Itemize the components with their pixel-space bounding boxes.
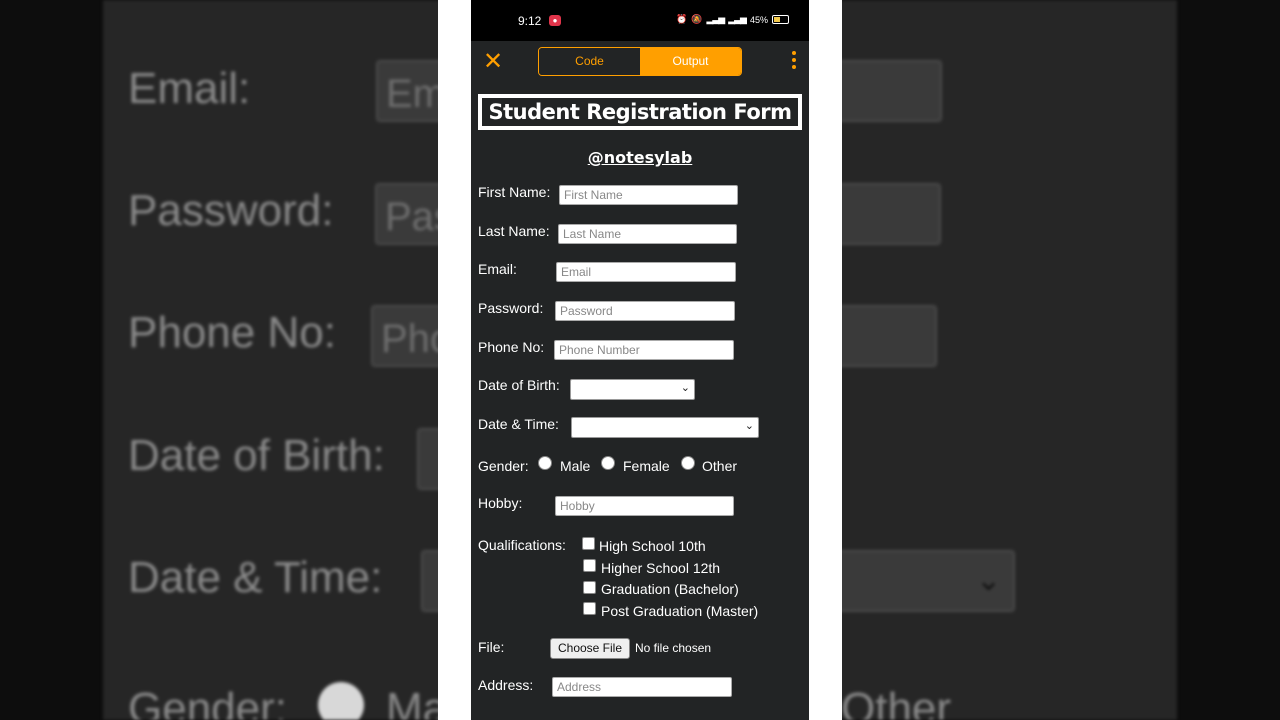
chevron-down-icon: ⌄	[744, 420, 754, 432]
mute-icon: 🔕	[691, 14, 703, 24]
gender-option-female: Female	[623, 458, 670, 474]
password-field[interactable]: Password	[555, 301, 735, 321]
close-icon[interactable]: ✕	[483, 47, 503, 76]
white-column-left	[438, 0, 471, 720]
page-title: Student Registration Form	[488, 100, 792, 124]
output-area: Student Registration Form @notesylab Fir…	[471, 89, 809, 720]
gender-option-other: Other	[702, 458, 738, 474]
view-toggle: Code Output	[538, 47, 742, 76]
address-label: Address:	[478, 677, 534, 693]
first-name-input[interactable]: First Name	[559, 185, 738, 205]
gender-radio-male[interactable]	[538, 456, 552, 470]
alarm-icon: ⏰	[676, 14, 688, 24]
battery-icon	[772, 15, 789, 24]
form-title-box: Student Registration Form	[478, 94, 802, 130]
qualifications-label: Qualifications:	[478, 537, 566, 553]
dob-select[interactable]: ⌄	[570, 379, 695, 400]
qualification-checkbox-10th[interactable]	[582, 537, 595, 550]
status-time: 9:12	[518, 14, 542, 28]
email-label: Email:	[478, 261, 517, 277]
last-name-input[interactable]: Last Name	[558, 224, 737, 244]
more-options-icon[interactable]	[792, 51, 796, 69]
qualification-checkbox-bachelor[interactable]	[583, 581, 596, 594]
signal-icon: ▂▃▅	[706, 14, 725, 24]
password-label: Password:	[478, 300, 544, 316]
qualification-checkbox-12th[interactable]	[583, 559, 596, 572]
gender-option-male: Male	[560, 458, 591, 474]
phone-label: Phone No:	[478, 339, 545, 355]
address-input[interactable]: Address	[552, 677, 732, 697]
qualification-option-bachelor: Graduation (Bachelor)	[601, 581, 739, 597]
status-bar: 9:12 ● ⏰ 🔕 ▂▃▅ ▂▃▅ 45%	[471, 0, 809, 41]
tab-code[interactable]: Code	[539, 48, 640, 75]
author-handle[interactable]: @notesylab	[471, 148, 809, 167]
gender-label: Gender:	[478, 458, 529, 474]
qualification-option-master: Post Graduation (Master)	[601, 603, 759, 619]
email-field[interactable]: Email	[556, 262, 736, 282]
qualification-option-10th: High School 10th	[599, 538, 706, 554]
bg-label-datetime: Date & Time:	[128, 553, 383, 602]
tab-output[interactable]: Output	[640, 48, 741, 75]
bg-label-email: Email:	[128, 64, 251, 113]
hobby-label: Hobby:	[478, 495, 523, 511]
battery-percent: 45%	[749, 14, 768, 25]
signal-icon-2: ▂▃▅	[728, 14, 747, 24]
file-status: No file chosen	[635, 641, 712, 655]
white-column-right	[809, 0, 842, 720]
bg-label-gender: Gender:	[128, 684, 287, 720]
bg-label-phone: Phone No:	[128, 308, 336, 357]
choose-file-button[interactable]: Choose File	[550, 638, 630, 659]
bg-label-dob: Date of Birth:	[128, 431, 385, 480]
bg-label-other-fragment: Other	[841, 684, 952, 720]
bg-chevron-down-icon: ⌄	[976, 564, 1002, 597]
qualification-option-12th: Higher School 12th	[601, 560, 721, 576]
hobby-input[interactable]: Hobby	[555, 496, 734, 516]
gender-radio-other[interactable]	[681, 456, 695, 470]
last-name-label: Last Name:	[478, 223, 550, 239]
file-label: File:	[478, 639, 505, 655]
qualification-checkbox-master[interactable]	[583, 602, 596, 615]
status-icons: ⏰ 🔕 ▂▃▅ ▂▃▅ 45%	[676, 14, 789, 25]
screen-record-icon: ●	[549, 15, 561, 26]
first-name-label: First Name:	[478, 184, 551, 200]
phone-screen: 9:12 ● ⏰ 🔕 ▂▃▅ ▂▃▅ 45% ✕ Code Output Stu…	[471, 0, 809, 720]
gender-radio-female[interactable]	[601, 456, 615, 470]
chevron-down-icon: ⌄	[680, 382, 690, 394]
datetime-select[interactable]: ⌄	[571, 417, 759, 438]
editor-toolbar: ✕ Code Output	[471, 41, 809, 89]
datetime-label: Date & Time:	[478, 416, 559, 432]
bg-label-password: Password:	[128, 186, 334, 235]
bg-radio-icon	[318, 682, 364, 720]
phone-field[interactable]: Phone Number	[554, 340, 734, 360]
dob-label: Date of Birth:	[478, 377, 560, 393]
